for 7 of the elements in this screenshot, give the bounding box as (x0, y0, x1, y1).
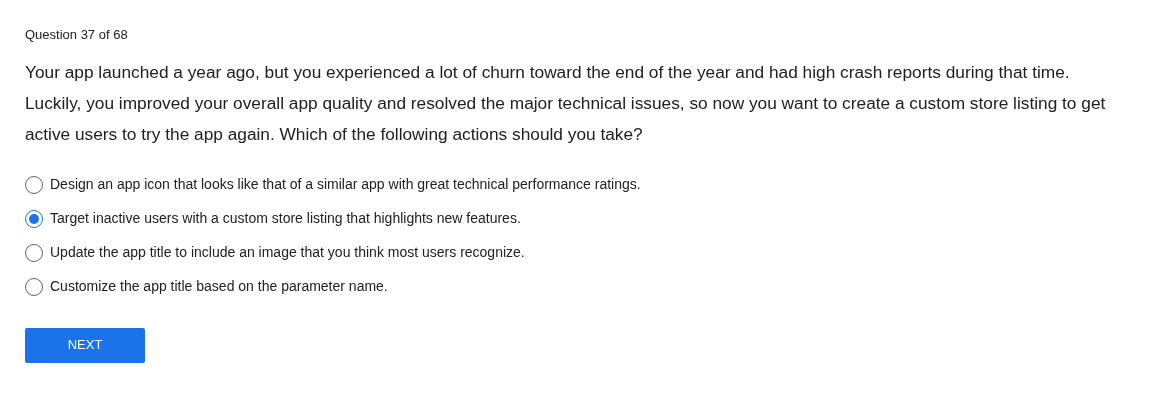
next-button[interactable]: NEXT (25, 327, 145, 363)
question-counter: Question 37 of 68 (25, 26, 129, 44)
option-label[interactable]: Design an app icon that looks like that of a similar app with great technical performance ratings. (50, 174, 641, 195)
question-text: Your app launched a year ago, but you experienced a lot of churn toward the end of the year and had high crash reports during that time. Luckily, you improved your overall app quality and resolved the major technical issues, so now you want to create a custom store listing to get active users to try the app again. Which of the following actions should you take? (25, 60, 1107, 146)
option-label[interactable]: Target inactive users with a custom store listing that highlights new features. (50, 208, 521, 229)
option-label[interactable]: Update the app title to include an image that you think most users recognize. (50, 242, 525, 263)
option-label[interactable]: Customize the app title based on the parameter name. (50, 276, 388, 297)
